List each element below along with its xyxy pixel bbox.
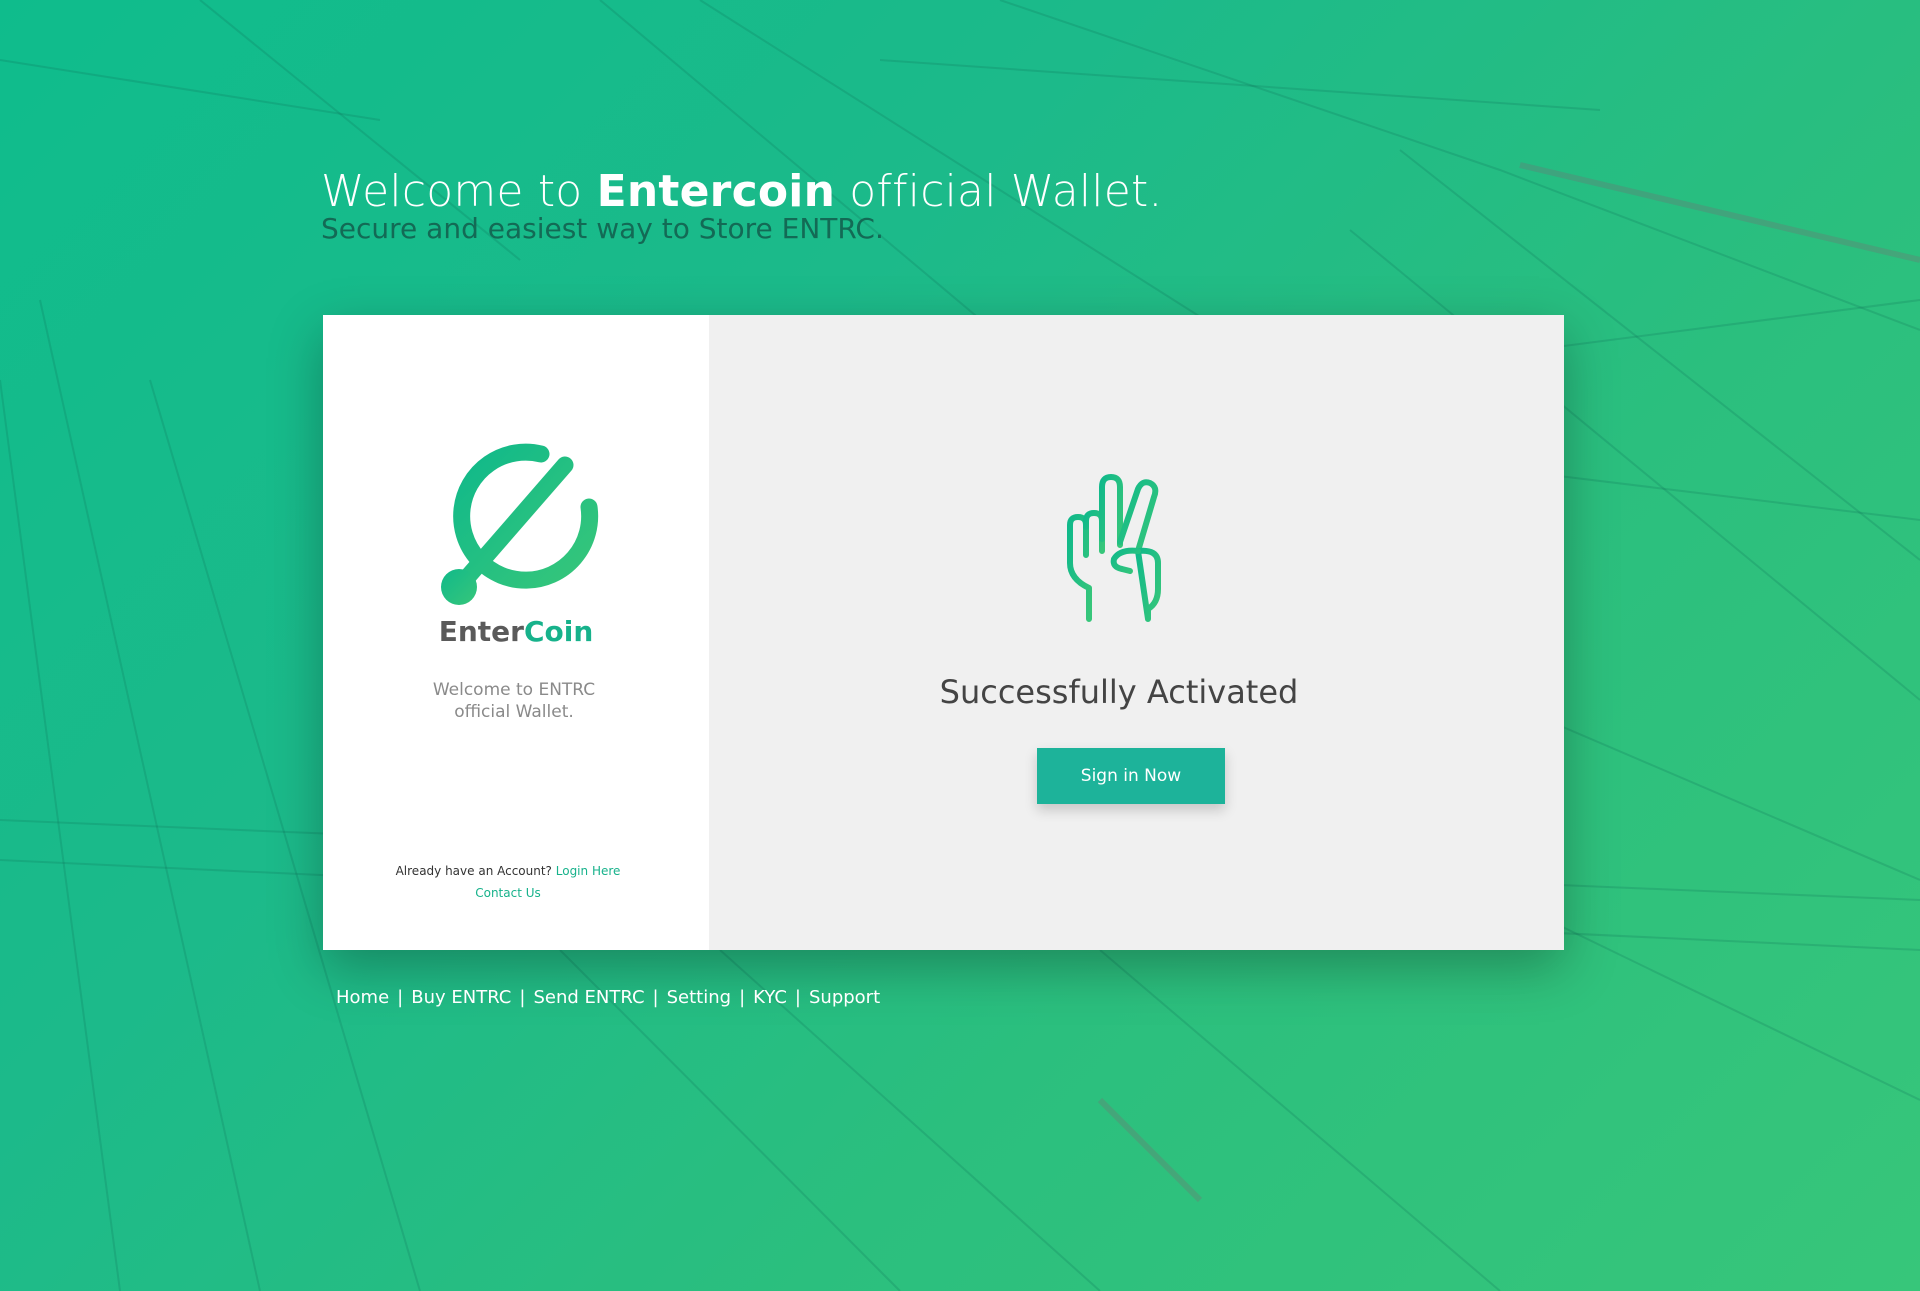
logo-enter: Enter <box>438 615 524 648</box>
welcome-line-1: Welcome to ENTRC <box>432 680 596 700</box>
nav-support[interactable]: Support <box>809 987 880 1008</box>
hero-title-prefix: Welcome to <box>321 166 597 217</box>
logo-coin: Coin <box>523 615 594 648</box>
nav-separator: | <box>652 987 659 1008</box>
hero-title: Welcome to Entercoin official Wallet. <box>321 166 1163 218</box>
welcome-line-2: official Wallet. <box>454 702 574 722</box>
hero: Welcome to Entercoin official Wallet. Se… <box>321 166 1163 246</box>
login-link[interactable]: Login Here <box>556 864 621 878</box>
account-prompt: Already have an Account? <box>395 864 556 878</box>
nav-send-entrc[interactable]: Send ENTRC <box>533 987 644 1008</box>
nav-separator: | <box>519 987 526 1008</box>
entercoin-logo-icon <box>441 443 599 605</box>
card-sidebar: EnterCoin Welcome to ENTRC official Wall… <box>323 315 709 950</box>
logo-wordmark: EnterCoin <box>323 615 709 648</box>
hero-title-suffix: official Wallet. <box>835 166 1163 217</box>
nav-setting[interactable]: Setting <box>667 987 731 1008</box>
status-message: Successfully Activated <box>939 673 1299 711</box>
sign-in-button[interactable]: Sign in Now <box>1037 748 1225 804</box>
footer-nav: Home | Buy ENTRC | Send ENTRC | Setting | KYC | Su… <box>336 987 880 1008</box>
nav-kyc[interactable]: KYC <box>753 987 787 1008</box>
nav-separator: | <box>794 987 801 1008</box>
nav-separator: | <box>739 987 746 1008</box>
victory-hand-icon <box>1067 474 1161 622</box>
nav-separator: | <box>397 987 404 1008</box>
nav-buy-entrc[interactable]: Buy ENTRC <box>411 987 511 1008</box>
card-main: Successfully Activated Sign in Now <box>709 315 1564 950</box>
hero-title-brand: Entercoin <box>596 166 836 217</box>
account-prompt-line: Already have an Account? Login Here <box>323 864 693 878</box>
nav-home[interactable]: Home <box>336 987 389 1008</box>
activation-card: EnterCoin Welcome to ENTRC official Wall… <box>323 315 1564 950</box>
sidebar-welcome: Welcome to ENTRC official Wallet. <box>383 679 645 723</box>
contact-link[interactable]: Contact Us <box>323 886 693 900</box>
